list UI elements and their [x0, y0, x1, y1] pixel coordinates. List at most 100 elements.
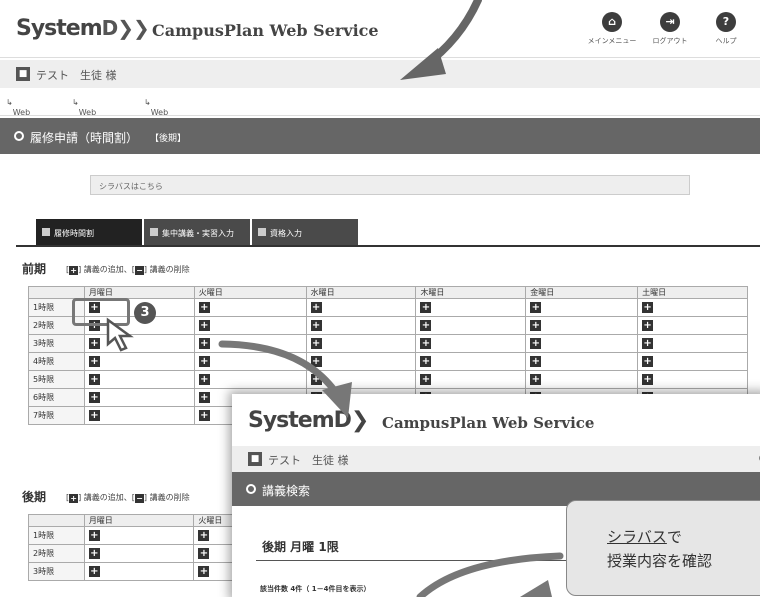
- add-lecture-button[interactable]: +: [88, 356, 100, 367]
- add-lecture-button[interactable]: +: [310, 302, 322, 313]
- remove-icon: −: [134, 266, 144, 275]
- add-lecture-button[interactable]: +: [420, 374, 432, 385]
- add-lecture-button[interactable]: +: [420, 320, 432, 331]
- overlay-header: SystemD❯ CampusPlan Web Service: [232, 394, 760, 446]
- add-lecture-button[interactable]: +: [310, 374, 322, 385]
- timetable-cell: +: [193, 316, 307, 335]
- day-header: 木曜日: [415, 286, 527, 299]
- timetable-cell: +: [193, 352, 307, 371]
- timetable-cell: +: [637, 352, 748, 371]
- add-lecture-button[interactable]: +: [198, 320, 210, 331]
- help-button[interactable]: ? ヘルプ: [696, 12, 756, 46]
- add-lecture-button[interactable]: +: [310, 320, 322, 331]
- add-lecture-button[interactable]: +: [420, 356, 432, 367]
- logout-icon: ⇥: [660, 12, 680, 32]
- help-icon: ?: [716, 12, 736, 32]
- add-lecture-button[interactable]: +: [310, 356, 322, 367]
- nav-link-timetable[interactable]: ↳ Web時間割参照: [144, 98, 168, 149]
- add-lecture-button[interactable]: +: [198, 548, 210, 559]
- period-label: 4時限: [28, 352, 85, 371]
- nav-link-student-record[interactable]: ↳ Web学生カルテ: [72, 98, 96, 149]
- timetable-cell: +: [637, 298, 748, 317]
- add-lecture-button[interactable]: +: [88, 566, 100, 577]
- main-menu-button[interactable]: ⌂ メインメニュー: [582, 12, 642, 46]
- timetable-cell: +: [637, 370, 748, 389]
- mouse-cursor-icon: [106, 317, 134, 352]
- add-lecture-button[interactable]: +: [88, 548, 100, 559]
- section-bar: 履修申請（時間割） 【後期】: [0, 118, 760, 154]
- add-lecture-button[interactable]: +: [420, 338, 432, 349]
- user-bar: ■ テスト 生徒 様: [0, 60, 760, 88]
- timetable-cell: +: [415, 298, 527, 317]
- add-lecture-button[interactable]: +: [198, 356, 210, 367]
- tab-icon: [42, 228, 50, 236]
- add-lecture-button[interactable]: +: [88, 410, 100, 421]
- add-lecture-button[interactable]: +: [420, 302, 432, 313]
- add-lecture-button[interactable]: +: [88, 392, 100, 403]
- section-term: 【後期】: [150, 134, 187, 144]
- add-lecture-button[interactable]: +: [198, 530, 210, 541]
- timetable-cell: +: [83, 352, 195, 371]
- add-lecture-button[interactable]: +: [198, 566, 210, 577]
- tab-icon: [258, 228, 266, 236]
- user-name: テスト 生徒 様: [36, 69, 117, 82]
- add-lecture-button[interactable]: +: [642, 320, 654, 331]
- overlay-section-title: 講義検索: [262, 484, 311, 498]
- add-icon: +: [69, 266, 79, 275]
- add-lecture-button[interactable]: +: [198, 392, 210, 403]
- timetable-cell: +: [83, 526, 195, 545]
- timetable-cell: +: [637, 334, 748, 353]
- nav-link-registration[interactable]: ↳ Web履修申請: [6, 98, 30, 138]
- add-lecture-button[interactable]: +: [642, 338, 654, 349]
- day-header: 土曜日: [637, 286, 748, 299]
- timetable-cell: +: [525, 298, 639, 317]
- timetable-cell: +: [415, 334, 527, 353]
- timetable-cell: +: [525, 316, 639, 335]
- timetable-cell: +: [193, 370, 307, 389]
- timetable-cell: +: [415, 352, 527, 371]
- timetable-cell: +: [305, 352, 417, 371]
- add-icon: +: [69, 494, 79, 503]
- add-lecture-button[interactable]: +: [530, 338, 542, 349]
- add-lecture-button[interactable]: +: [642, 374, 654, 385]
- timetable-cell: +: [83, 370, 195, 389]
- add-lecture-button[interactable]: +: [198, 338, 210, 349]
- first-term-legend: [+] 講義の追加、[−] 講義の削除: [66, 265, 190, 275]
- add-lecture-button[interactable]: +: [642, 302, 654, 313]
- period-label: 6時限: [28, 388, 85, 407]
- tab-intensive[interactable]: 集中講義・実習入力: [144, 219, 250, 245]
- period-label: 1時限: [28, 526, 85, 545]
- timetable-cell: +: [83, 562, 195, 581]
- first-term-title: 前期: [22, 262, 47, 276]
- logout-button[interactable]: ⇥ ログアウト: [640, 12, 700, 46]
- add-lecture-button[interactable]: +: [642, 356, 654, 367]
- add-lecture-button[interactable]: +: [88, 338, 100, 349]
- tab-icon: [150, 228, 158, 236]
- search-heading: 後期 月曜 1限: [262, 540, 339, 554]
- tab-timetable[interactable]: 履修時間割: [36, 219, 142, 245]
- add-lecture-button[interactable]: +: [88, 374, 100, 385]
- syllabus-link[interactable]: シラバスはこちら: [90, 175, 690, 195]
- period-label: 2時限: [28, 544, 85, 563]
- day-header: 月曜日: [83, 514, 195, 527]
- timetable-cell: +: [305, 298, 417, 317]
- app-title: CampusPlan Web Service: [152, 21, 379, 40]
- tab-qualification[interactable]: 資格入力: [252, 219, 358, 245]
- header: SystemD❯❯ CampusPlan Web Service ⌂ メインメニ…: [0, 0, 760, 58]
- day-header: 火曜日: [193, 286, 307, 299]
- day-header: 金曜日: [525, 286, 639, 299]
- add-lecture-button[interactable]: +: [530, 302, 542, 313]
- add-lecture-button[interactable]: +: [310, 338, 322, 349]
- add-lecture-button[interactable]: +: [88, 530, 100, 541]
- add-lecture-button[interactable]: +: [530, 320, 542, 331]
- callout-link: シラバス: [607, 528, 667, 546]
- add-lecture-button[interactable]: +: [198, 374, 210, 385]
- timetable-cell: +: [193, 298, 307, 317]
- add-lecture-button[interactable]: +: [198, 302, 210, 313]
- add-lecture-button[interactable]: +: [530, 374, 542, 385]
- timetable-cell: +: [305, 316, 417, 335]
- timetable-cell: +: [415, 316, 527, 335]
- add-lecture-button[interactable]: +: [530, 356, 542, 367]
- add-lecture-button[interactable]: +: [198, 410, 210, 421]
- timetable-cell: +: [83, 388, 195, 407]
